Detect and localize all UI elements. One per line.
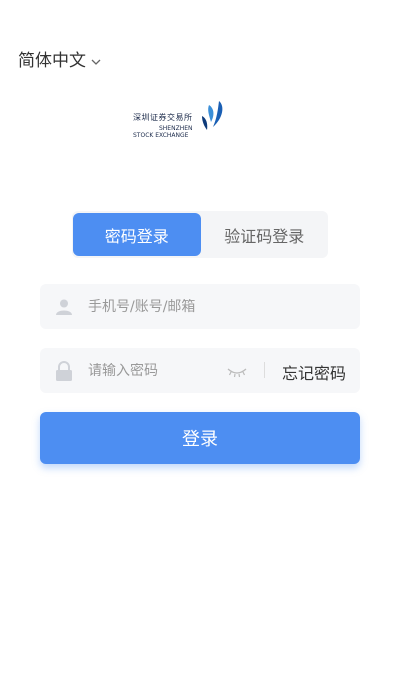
logo-text-cn: 深圳证券交易所 xyxy=(133,113,193,122)
lock-icon xyxy=(54,360,74,381)
login-tabs: 密码登录 验证码登录 xyxy=(72,211,328,258)
logo-text: 深圳证券交易所 SHENZHEN STOCK EXCHANGE xyxy=(133,100,193,139)
account-field[interactable] xyxy=(40,284,360,329)
account-input[interactable] xyxy=(88,298,228,315)
password-input[interactable] xyxy=(88,362,228,379)
chevron-down-icon xyxy=(90,53,102,65)
field-divider xyxy=(264,362,265,378)
login-button[interactable]: 登录 xyxy=(40,412,360,464)
logo-text-en-1: SHENZHEN xyxy=(158,125,193,132)
szse-logo: 深圳证券交易所 SHENZHEN STOCK EXCHANGE xyxy=(133,100,243,142)
forgot-password-link[interactable]: 忘记密码 xyxy=(282,360,346,384)
user-icon xyxy=(54,297,74,317)
tab-password-login[interactable]: 密码登录 xyxy=(73,213,201,256)
password-field[interactable]: 忘记密码 xyxy=(40,348,360,393)
eye-closed-icon[interactable] xyxy=(226,362,248,380)
language-label: 简体中文 xyxy=(18,51,86,71)
tab-code-login[interactable]: 验证码登录 xyxy=(201,211,329,258)
szse-logo-mark-icon xyxy=(202,101,223,130)
language-selector[interactable]: 简体中文 xyxy=(18,46,102,71)
logo-text-en-2: STOCK EXCHANGE xyxy=(133,132,189,139)
